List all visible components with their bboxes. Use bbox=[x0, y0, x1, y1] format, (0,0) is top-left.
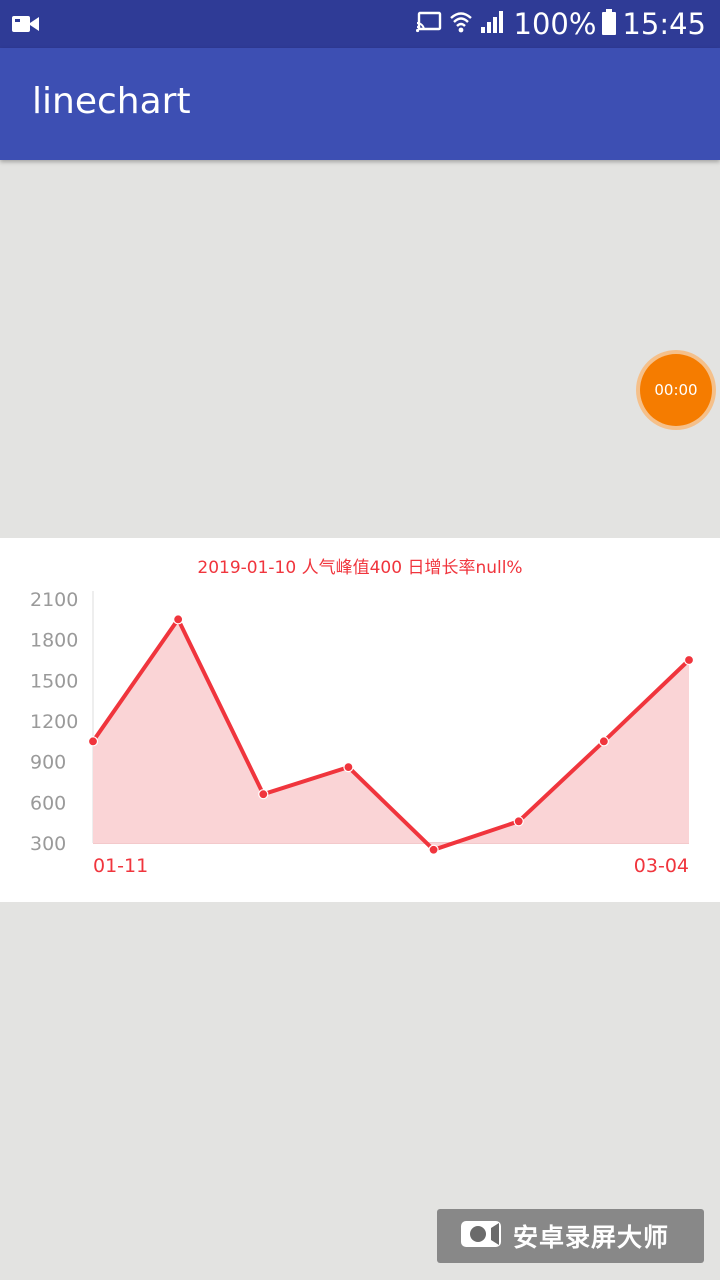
y-tick-label: 1800 bbox=[30, 630, 78, 652]
battery-icon bbox=[602, 9, 617, 39]
battery-percent: 100% bbox=[513, 7, 597, 41]
x-tick-label: 03-04 bbox=[634, 855, 689, 877]
data-point bbox=[683, 654, 695, 666]
wifi-icon bbox=[449, 10, 472, 38]
data-point bbox=[87, 736, 99, 747]
camera-icon bbox=[461, 1219, 501, 1253]
y-tick-label: 900 bbox=[30, 752, 66, 774]
cast-icon bbox=[415, 11, 442, 37]
video-icon bbox=[12, 14, 40, 34]
x-axis-ticks: 01-11 03-04 bbox=[93, 855, 689, 877]
data-point bbox=[428, 844, 439, 855]
y-tick-label: 1500 bbox=[30, 670, 78, 692]
status-bar: 100% 15:45 bbox=[0, 0, 720, 48]
data-point bbox=[343, 761, 354, 773]
y-tick-label: 600 bbox=[30, 792, 66, 814]
line-chart: 2019-01-10 人气峰值400 日增长率null% 2100 1800 150… bbox=[0, 538, 720, 902]
series-area bbox=[93, 619, 689, 850]
app-title: linechart bbox=[32, 81, 191, 122]
x-tick-label: 01-11 bbox=[93, 855, 148, 877]
y-tick-label: 2100 bbox=[30, 589, 78, 611]
y-tick-label: 1200 bbox=[30, 711, 78, 733]
y-axis-ticks: 2100 1800 1500 1200 900 600 300 bbox=[30, 589, 78, 855]
signal-icon bbox=[480, 10, 506, 38]
app-bar: linechart bbox=[0, 48, 720, 160]
clock: 15:45 bbox=[622, 7, 706, 41]
data-point bbox=[513, 816, 524, 827]
recorder-watermark: 安卓录屏大师 bbox=[437, 1209, 704, 1263]
data-point bbox=[598, 736, 609, 747]
data-point bbox=[258, 789, 269, 800]
recording-timer: 00:00 bbox=[640, 354, 712, 426]
chart-svg: 2019-01-10 人气峰值400 日增长率null% 2100 1800 150… bbox=[30, 558, 695, 877]
data-point bbox=[173, 614, 184, 625]
y-tick-label: 300 bbox=[30, 833, 66, 855]
watermark-text: 安卓录屏大师 bbox=[513, 1223, 670, 1252]
chart-header: 2019-01-10 人气峰值400 日增长率null% bbox=[197, 558, 522, 578]
recording-timer-button[interactable]: 00:00 bbox=[636, 350, 716, 430]
